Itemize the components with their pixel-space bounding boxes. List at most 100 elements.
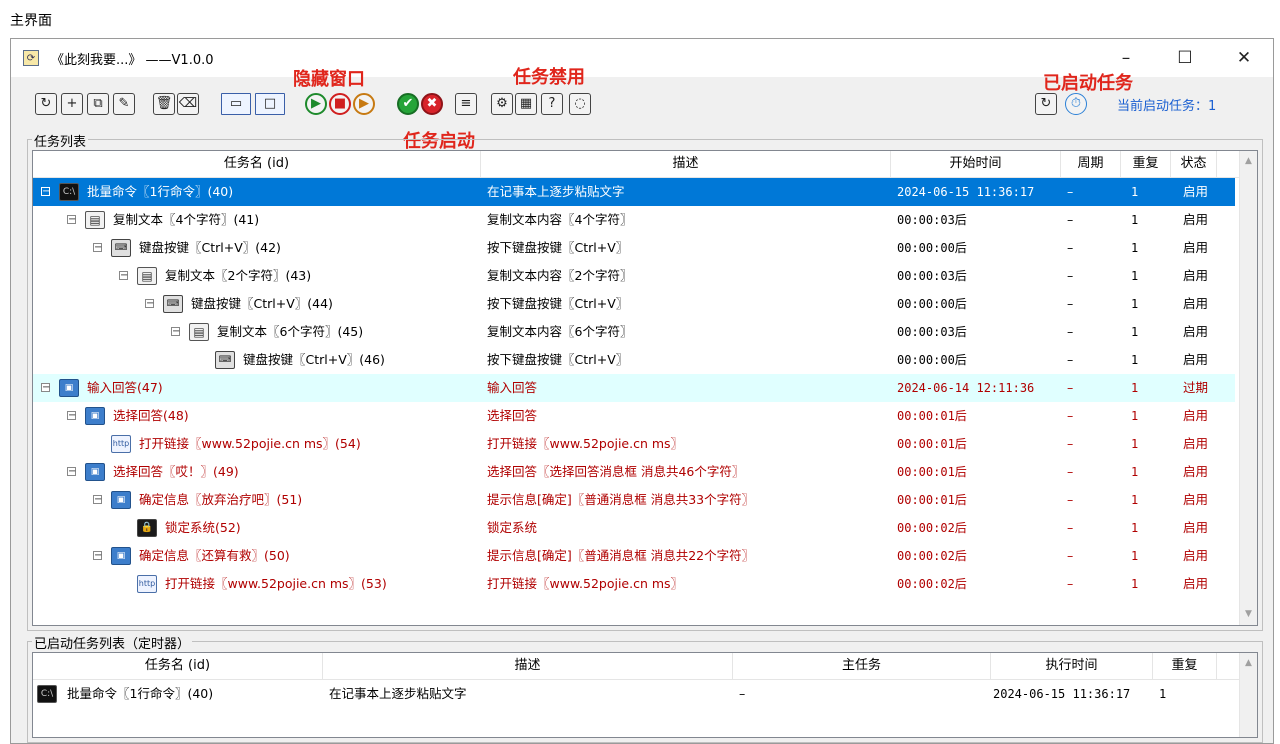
started-list-header: 任务名 (id) 描述 主任务 执行时间 重复 [33, 653, 1257, 680]
next-button[interactable]: ▶ [353, 93, 375, 115]
calendar-button[interactable]: ▦ [515, 93, 537, 115]
table-row[interactable]: − ▣ 选择回答(48) 选择回答 00:00:01后 – 1 启用 [33, 402, 1235, 430]
started-list-group: 已启动任务列表（定时器） 任务名 (id) 描述 主任务 执行时间 重复 C:\ 批量命令… [27, 633, 1263, 743]
chat-button[interactable]: ◌ [569, 93, 591, 115]
expand-collapse-toggle[interactable]: − [171, 327, 180, 337]
start-button[interactable]: ▶ [305, 93, 327, 115]
task-name: 批量命令〖1行命令〗(40) [67, 686, 214, 701]
dlg-task-icon: ▣ [85, 463, 105, 481]
table-row[interactable]: − ▤ 复制文本〖6个字符〗(45) 复制文本内容〖6个字符〗 00:00:03后 – 1 启… [33, 318, 1235, 346]
column-header[interactable]: 主任务 [733, 653, 991, 679]
expand-collapse-toggle[interactable]: − [119, 271, 128, 281]
task-start-time: 00:00:02后 [897, 577, 967, 591]
reload-icon: ↻ [1040, 96, 1052, 111]
table-row[interactable]: 🔒 锁定系统(52) 锁定系统 00:00:02后 – 1 启用 [33, 514, 1235, 542]
column-header[interactable]: 描述 [323, 653, 733, 679]
task-repeat: 1 [1131, 493, 1139, 507]
column-header[interactable]: 重复 [1121, 151, 1171, 177]
task-description: 按下键盘按键〖Ctrl+V〗 [487, 352, 629, 367]
timer-button[interactable]: ⏱ [1065, 93, 1087, 115]
table-row[interactable]: http 打开链接〖www.52pojie.cn ms〗(53) 打开链接〖www.… [33, 570, 1235, 598]
task-name: 确定信息〖放弃治疗吧〗(51) [139, 492, 303, 507]
table-row[interactable]: − ▤ 复制文本〖4个字符〗(41) 复制文本内容〖4个字符〗 00:00:03后 – 1 启… [33, 206, 1235, 234]
expand-collapse-toggle[interactable]: − [67, 467, 76, 477]
reload-button[interactable]: ↻ [1035, 93, 1057, 115]
column-header[interactable]: 状态 [1171, 151, 1217, 177]
scroll-down-arrow[interactable]: ▼ [1240, 606, 1257, 623]
expand-collapse-toggle[interactable]: − [67, 411, 76, 421]
table-row[interactable]: − ▣ 选择回答〖哎！〗(49) 选择回答〖选择回答消息框 消息共46个字符〗 00:0… [33, 458, 1235, 486]
expand-collapse-toggle[interactable]: − [145, 299, 154, 309]
table-row[interactable]: − ▤ 复制文本〖2个字符〗(43) 复制文本内容〖2个字符〗 00:00:03后 – 1 启… [33, 262, 1235, 290]
task-period: – [1067, 324, 1074, 339]
refresh-button[interactable]: ↻ [35, 93, 57, 115]
clear-button[interactable]: ⌫ [177, 93, 199, 115]
expand-collapse-toggle[interactable]: − [67, 215, 76, 225]
help-icon: ? [548, 96, 556, 111]
task-description: 打开链接〖www.52pojie.cn ms〗 [487, 576, 684, 591]
dlg-task-icon: ▣ [111, 547, 131, 565]
expand-collapse-toggle[interactable]: − [93, 551, 102, 561]
expand-collapse-toggle[interactable]: − [93, 495, 102, 505]
stop-button[interactable]: ■ [329, 93, 351, 115]
enable-button[interactable]: ✔ [397, 93, 419, 115]
expand-collapse-toggle[interactable]: − [41, 187, 50, 197]
table-row[interactable]: − ▣ 输入回答(47) 输入回答 2024-06-14 12:11:36 – 1 过期 [33, 374, 1235, 402]
task-period: – [1067, 268, 1074, 283]
table-row[interactable]: − C:\ 批量命令〖1行命令〗(40) 在记事本上逐步粘贴文字 2024-06-15 … [33, 178, 1235, 206]
table-row[interactable]: − ▣ 确定信息〖放弃治疗吧〗(51) 提示信息[确定]〖普通消息框 消息共33个字符… [33, 486, 1235, 514]
task-list-header: 任务名 (id) 描述 开始时间 周期 重复 状态 [33, 151, 1257, 178]
task-tree-list[interactable]: 任务名 (id) 描述 开始时间 周期 重复 状态 − C:\ 批量命令〖1行命令〗(40) 在… [32, 150, 1258, 626]
table-row[interactable]: − ▣ 确定信息〖还算有救〗(50) 提示信息[确定]〖普通消息框 消息共22个字符〗… [33, 542, 1235, 570]
table-row[interactable]: − ⌨ 键盘按键〖Ctrl+V〗(42) 按下键盘按键〖Ctrl+V〗 00:00:00… [33, 234, 1235, 262]
task-status: 启用 [1183, 576, 1209, 591]
disable-button[interactable]: ✖ [421, 93, 443, 115]
column-header[interactable]: 周期 [1061, 151, 1121, 177]
table-row[interactable]: ⌨ 键盘按键〖Ctrl+V〗(46) 按下键盘按键〖Ctrl+V〗 00:00:00后… [33, 346, 1235, 374]
task-repeat: 1 [1131, 381, 1139, 395]
task-period: – [1067, 464, 1074, 479]
refresh-icon: ↻ [40, 96, 52, 111]
task-repeat: 1 [1131, 297, 1139, 311]
task-name: 键盘按键〖Ctrl+V〗(42) [139, 240, 281, 255]
scroll-up-arrow[interactable]: ▲ [1240, 153, 1257, 170]
clear-icon: ⌫ [178, 96, 198, 111]
hide-window-button[interactable]: ▭ [221, 93, 251, 115]
started-list-scrollbar[interactable]: ▲ [1239, 653, 1257, 737]
close-button[interactable]: ✕ [1221, 43, 1267, 73]
expand-collapse-toggle[interactable]: − [93, 243, 102, 253]
task-list-scrollbar[interactable]: ▲ ▼ [1239, 151, 1257, 625]
delete-button[interactable]: 🗑 [153, 93, 175, 115]
edit-task-button[interactable]: ✎ [113, 93, 135, 115]
column-header[interactable]: 任务名 (id) [33, 653, 323, 679]
maximize-button[interactable]: ☐ [1162, 43, 1208, 73]
notes-icon: ≡ [460, 96, 472, 111]
task-name: 选择回答〖哎！〗(49) [113, 464, 239, 479]
task-name: 选择回答(48) [113, 408, 189, 423]
add-task-button[interactable]: + [61, 93, 83, 115]
settings-button[interactable]: ⚙ [491, 93, 513, 115]
table-row[interactable]: − ⌨ 键盘按键〖Ctrl+V〗(44) 按下键盘按键〖Ctrl+V〗 00:00:00… [33, 290, 1235, 318]
column-header[interactable]: 开始时间 [891, 151, 1061, 177]
show-window-icon: □ [263, 96, 277, 111]
expand-collapse-toggle[interactable]: − [41, 383, 50, 393]
help-button[interactable]: ? [541, 93, 563, 115]
column-header[interactable]: 重复 [1153, 653, 1217, 679]
started-task-list[interactable]: 任务名 (id) 描述 主任务 执行时间 重复 C:\ 批量命令〖1行命令〗(40) 在记事… [32, 652, 1258, 738]
column-header[interactable]: 执行时间 [991, 653, 1153, 679]
task-start-time: 00:00:00后 [897, 241, 967, 255]
task-repeat: 1 [1131, 269, 1139, 283]
copy-task-button[interactable]: ⧉ [87, 93, 109, 115]
task-status: 过期 [1183, 380, 1209, 395]
show-window-button[interactable]: □ [255, 93, 285, 115]
task-period: – [1067, 492, 1074, 507]
task-name: 键盘按键〖Ctrl+V〗(46) [243, 352, 385, 367]
column-header[interactable]: 描述 [481, 151, 891, 177]
kbd-task-icon: ⌨ [163, 295, 183, 313]
task-start-time: 00:00:03后 [897, 213, 967, 227]
table-row[interactable]: C:\ 批量命令〖1行命令〗(40) 在记事本上逐步粘贴文字 – 2024-06-15 … [33, 680, 1235, 708]
table-row[interactable]: http 打开链接〖www.52pojie.cn ms〗(54) 打开链接〖www.… [33, 430, 1235, 458]
column-header[interactable]: 任务名 (id) [33, 151, 481, 177]
notes-button[interactable]: ≡ [455, 93, 477, 115]
scroll-up-arrow[interactable]: ▲ [1240, 655, 1257, 672]
